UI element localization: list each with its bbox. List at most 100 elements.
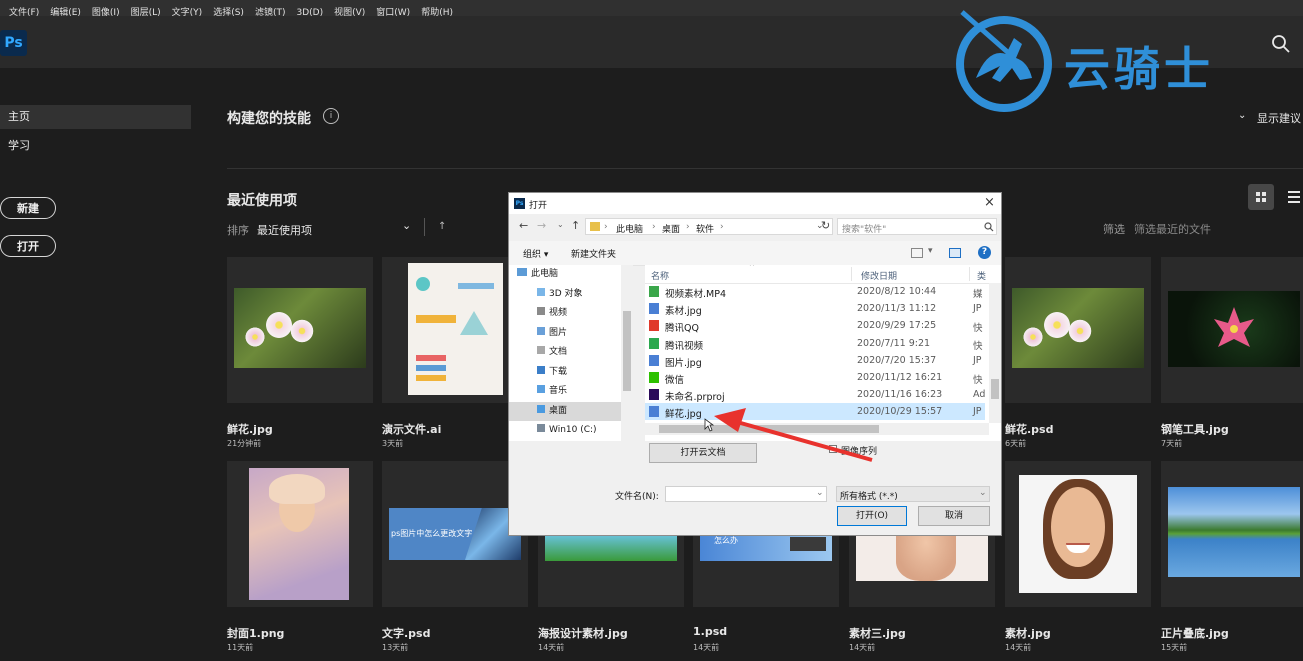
thumbnail-time: 14天前 — [693, 643, 720, 652]
sort-direction-icon[interactable]: ↑ — [438, 221, 446, 232]
thumbnail-time: 14天前 — [1005, 643, 1032, 652]
tree-item-music[interactable]: 音乐 — [537, 382, 567, 402]
grid-view-icon[interactable] — [1248, 184, 1274, 210]
face-closeup-image — [856, 533, 988, 581]
file-date: 2020/7/20 15:37 — [857, 354, 937, 366]
file-type-icon — [649, 286, 659, 297]
file-type: JP — [973, 354, 982, 366]
watermark-text: 云骑士 — [1064, 42, 1214, 96]
thumbnail-name: 封面1.png — [227, 627, 285, 640]
dialog-open-button[interactable]: 打开(O) — [837, 506, 907, 526]
info-icon[interactable]: i — [323, 108, 339, 124]
recent-locations-chevron-icon[interactable]: ⌄ — [557, 220, 564, 229]
path-segment[interactable]: 此电脑 — [616, 222, 643, 235]
file-type: JP — [973, 406, 982, 418]
organize-button[interactable]: 组织 ▾ — [523, 247, 548, 260]
new-folder-button[interactable]: 新建文件夹 — [571, 247, 616, 260]
show-suggestions-toggle[interactable]: 显示建议 — [1257, 110, 1301, 126]
thumbnail-time: 14天前 — [538, 643, 565, 652]
thumbnail-pen-tool-jpg[interactable] — [1161, 257, 1303, 403]
dialog-cancel-button[interactable]: 取消 — [918, 506, 990, 526]
file-date: 2020/7/11 9:21 — [857, 337, 931, 349]
file-list-vertical-scrollbar[interactable] — [989, 283, 1001, 423]
view-options-chevron-icon[interactable]: ▾ — [928, 246, 933, 256]
file-row[interactable]: 微信 2020/11/12 16:21 快 — [645, 369, 985, 386]
tree-item-documents[interactable]: 文档 — [537, 343, 567, 363]
path-segment[interactable]: 桌面 — [662, 222, 680, 235]
thumbnail-name: 钢笔工具.jpg — [1161, 423, 1229, 436]
file-type: 快 — [973, 375, 983, 386]
tree-item-videos[interactable]: 视频 — [537, 304, 567, 324]
thumbnail-flower-jpg[interactable] — [227, 257, 373, 403]
thumbnail-name: 素材三.jpg — [849, 627, 906, 640]
photoshop-logo: Ps — [0, 30, 27, 56]
preview-pane-icon[interactable] — [949, 248, 961, 258]
chevron-down-icon[interactable]: ⌄ — [1238, 110, 1246, 121]
filetype-select[interactable]: 所有格式 (*.*) ⌄ — [836, 486, 990, 502]
file-row[interactable]: 图片.jpg 2020/7/20 15:37 JP — [645, 352, 985, 369]
sidebar-item-learn[interactable]: 学习 — [0, 134, 191, 158]
tree-scrollbar[interactable] — [621, 265, 633, 441]
search-box[interactable]: 搜索"软件" — [837, 218, 997, 235]
mouse-cursor-icon — [704, 418, 714, 432]
filetype-dropdown-icon[interactable]: ⌄ — [979, 488, 987, 498]
file-name: 腾讯QQ — [665, 323, 699, 335]
file-row[interactable]: 腾讯视频 2020/7/11 9:21 快 — [645, 335, 985, 352]
thumbnail-name: 演示文件.ai — [382, 423, 442, 436]
back-arrow-icon[interactable]: ← — [519, 219, 528, 232]
help-icon[interactable]: ? — [978, 246, 991, 259]
filename-input[interactable]: ⌄ — [665, 486, 827, 502]
thumbnail-time: 7天前 — [1161, 439, 1183, 448]
folder-icon — [590, 222, 600, 231]
list-view-icon[interactable] — [1288, 190, 1300, 204]
view-options-icon[interactable] — [911, 248, 923, 258]
divider — [227, 168, 1303, 169]
red-arrow-annotation — [714, 408, 873, 462]
open-button[interactable]: 打开 — [0, 235, 56, 257]
file-row[interactable]: 素材.jpg 2020/11/3 11:12 JP — [645, 300, 985, 317]
tree-item-pictures[interactable]: 图片 — [537, 324, 567, 344]
column-name[interactable]: 名称 — [651, 269, 669, 282]
file-name: 鲜花.jpg — [665, 409, 702, 421]
thumbnail-demo-ai[interactable] — [382, 257, 528, 403]
tree-item-downloads[interactable]: 下载 — [537, 363, 567, 383]
recent-title: 最近使用项 — [227, 193, 297, 209]
tree-item-c-drive[interactable]: Win10 (C:) — [537, 421, 597, 441]
column-type[interactable]: 类 — [977, 269, 986, 282]
address-bar[interactable]: › 此电脑 › 桌面 › 软件 › ⌄ — [585, 218, 833, 235]
tree-item-this-pc[interactable]: 此电脑 — [517, 265, 558, 285]
sidebar-item-home[interactable]: 主页 — [0, 105, 191, 129]
file-type-icon — [649, 303, 659, 315]
thumbnail-cover1-png[interactable] — [227, 461, 373, 607]
skills-title: 构建您的技能 — [227, 111, 311, 127]
file-row[interactable]: 腾讯QQ 2020/9/29 17:25 快 — [645, 317, 985, 334]
sort-dropdown[interactable]: 最近使用项 — [257, 222, 312, 238]
file-date: 2020/8/12 10:44 — [857, 286, 937, 297]
refresh-icon[interactable]: ↻ — [821, 219, 830, 232]
file-date: 2020/11/3 11:12 — [857, 303, 937, 315]
path-segment[interactable]: 软件 — [696, 222, 714, 235]
file-type-icon — [649, 406, 659, 418]
infographic-image — [408, 263, 503, 395]
up-arrow-icon[interactable]: ↑ — [571, 219, 580, 232]
thumbnail-material-jpg[interactable] — [1005, 461, 1151, 607]
file-row[interactable]: 视频素材.MP4 2020/8/12 10:44 媒 — [645, 283, 985, 300]
desk-caption: 怎么办 — [714, 536, 738, 545]
new-button[interactable]: 新建 — [0, 197, 56, 219]
sort-chevron-icon[interactable]: ⌄ — [402, 219, 411, 232]
filename-dropdown-icon[interactable]: ⌄ — [816, 488, 824, 498]
thumbnail-multiply-jpg[interactable] — [1161, 461, 1303, 607]
sort-label: 排序 — [227, 224, 249, 237]
thumbnail-name: 素材.jpg — [1005, 627, 1051, 640]
filter-input[interactable]: 筛选最近的文件 — [1134, 221, 1211, 237]
flower-image — [234, 288, 366, 368]
tree-item-desktop[interactable]: 桌面 — [537, 402, 567, 422]
thumbnail-text-psd[interactable]: ps图片中怎么更改文字 — [382, 461, 528, 607]
file-name: 腾讯视频 — [665, 340, 704, 352]
tree-item-3d-objects[interactable]: 3D 对象 — [537, 285, 583, 305]
thumbnail-flower-psd[interactable] — [1005, 257, 1151, 403]
column-date[interactable]: 修改日期 — [861, 269, 897, 282]
close-icon[interactable]: × — [984, 195, 995, 210]
forward-arrow-icon[interactable]: → — [537, 219, 546, 232]
thumbnail-time: 11天前 — [227, 643, 254, 652]
